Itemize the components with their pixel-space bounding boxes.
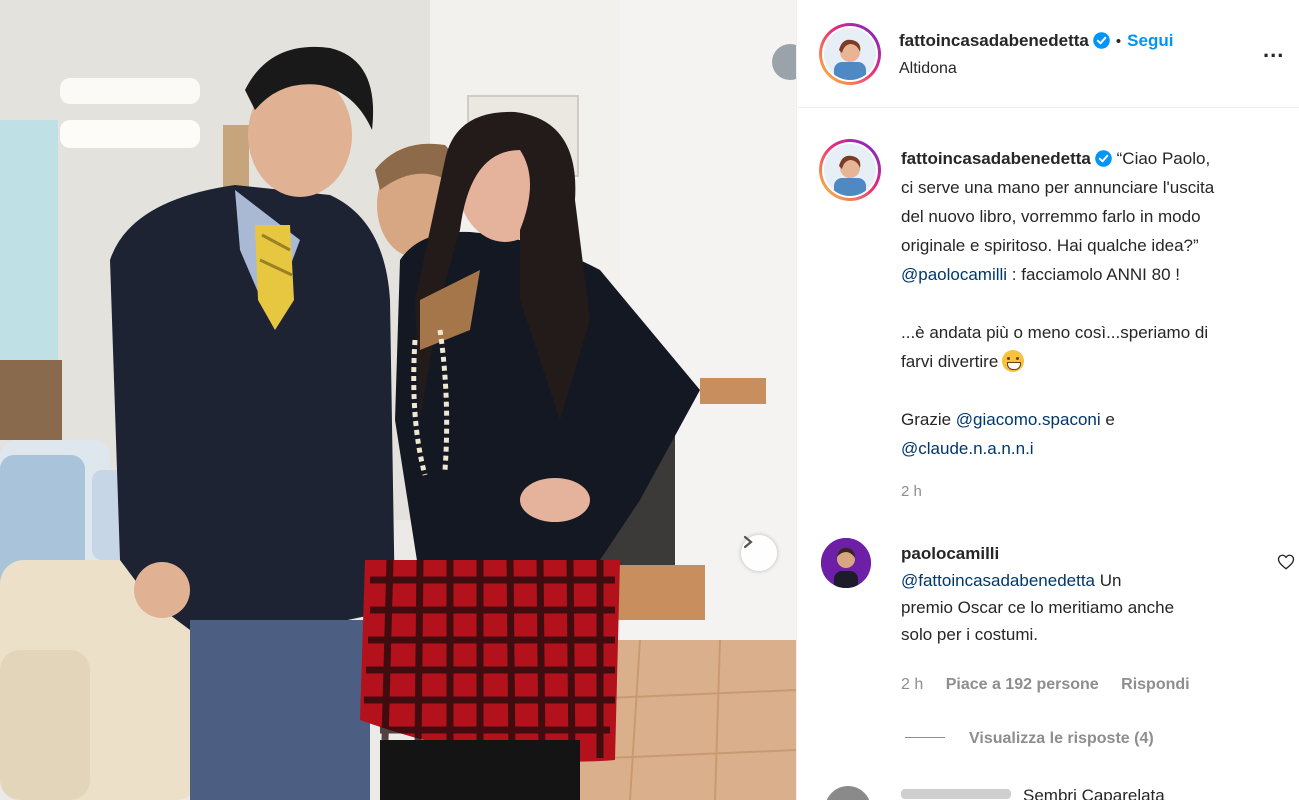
view-replies-button[interactable]: Visualizza le risposte (4) <box>905 730 1154 748</box>
caption-line-thanks: Grazie @giacomo.spaconi e <box>901 405 1299 434</box>
caption-text: “Ciao Paolo, <box>1116 149 1211 168</box>
caption-line-emoji: farvi divertire <box>901 347 1299 376</box>
author-avatar[interactable] <box>819 23 881 85</box>
view-replies-label: Visualizza le risposte (4) <box>969 730 1154 747</box>
caption-text: originale e spiritoso. Hai qualche idea?… <box>901 236 1199 255</box>
mention-link[interactable]: @giacomo.spaconi <box>956 410 1101 429</box>
separator-dot: • <box>1115 33 1122 50</box>
comment: paolocamilli @fattoincasadabenedetta Un … <box>901 540 1271 648</box>
verified-badge-icon <box>1095 147 1112 167</box>
caption-text: ...è andata più o meno così...speriamo d… <box>901 323 1209 342</box>
caption-author-avatar[interactable] <box>819 139 881 201</box>
caption-text: Grazie <box>901 410 956 429</box>
comment-text: Un <box>1095 571 1122 590</box>
caption-text: farvi divertire <box>901 352 999 371</box>
caption-line-1: fattoincasadabenedetta “Ciao Paolo, <box>901 144 1299 173</box>
comment-meta: 2 h Piace a 192 persone Rispondi <box>901 676 1208 694</box>
author-info: fattoincasadabenedetta • Segui Altidona <box>899 31 1173 78</box>
mention-link[interactable]: @paolocamilli <box>901 265 1007 284</box>
post-sidebar: fattoincasadabenedetta • Segui Altidona ..… <box>796 0 1299 800</box>
comment-username[interactable]: paolocamilli <box>901 540 1271 567</box>
comment-text: premio Oscar ce lo meritiamo anche <box>901 598 1175 617</box>
author-username[interactable]: fattoincasadabenedetta <box>899 31 1089 50</box>
caption-text: e <box>1100 410 1115 429</box>
comment-avatar[interactable] <box>821 538 871 588</box>
caption-timestamp[interactable]: 2 h <box>901 483 1299 500</box>
blurred-username <box>901 789 1011 799</box>
caption-line-mention: @paolocamilli : facciamolo ANNI 80 ! <box>901 260 1299 289</box>
verified-badge-icon <box>1093 32 1110 49</box>
caption-text: ci serve una mano per annunciare l'uscit… <box>901 178 1215 197</box>
post-photo[interactable] <box>0 0 796 800</box>
mention-link[interactable]: @claude.n.a.n.n.i <box>901 439 1034 458</box>
post-caption: fattoincasadabenedetta “Ciao Paolo, ci s… <box>901 144 1299 500</box>
replies-divider <box>905 737 945 738</box>
location-link[interactable]: Altidona <box>899 60 1173 78</box>
post-image <box>0 0 796 800</box>
more-options-icon[interactable]: ... <box>1263 39 1284 61</box>
next-comment-text: Sembri Caparelata <box>1023 786 1165 800</box>
reply-button[interactable]: Rispondi <box>1121 676 1189 693</box>
caption-text: del nuovo libro, vorremmo farlo in modo <box>901 207 1201 226</box>
comment-line-1: @fattoincasadabenedetta Un <box>901 567 1271 594</box>
next-comment-avatar[interactable] <box>825 786 871 800</box>
follow-button[interactable]: Segui <box>1127 31 1173 50</box>
caption-line-mention: @claude.n.a.n.n.i <box>901 434 1299 463</box>
like-comment-heart-icon[interactable] <box>1277 553 1295 571</box>
comment-time[interactable]: 2 h <box>901 676 923 693</box>
grinning-emoji-icon <box>1002 350 1025 372</box>
next-photo-button[interactable] <box>741 535 777 571</box>
caption-text: : facciamolo ANNI 80 ! <box>1007 265 1180 284</box>
comment-text: solo per i costumi. <box>901 625 1038 644</box>
mention-link[interactable]: @fattoincasadabenedetta <box>901 571 1095 590</box>
next-comment: Sembri Caparelata <box>901 786 1165 800</box>
caption-author-username[interactable]: fattoincasadabenedetta <box>901 149 1091 168</box>
post-header: fattoincasadabenedetta • Segui Altidona ..… <box>797 0 1299 108</box>
comment-likes[interactable]: Piace a 192 persone <box>946 676 1099 693</box>
